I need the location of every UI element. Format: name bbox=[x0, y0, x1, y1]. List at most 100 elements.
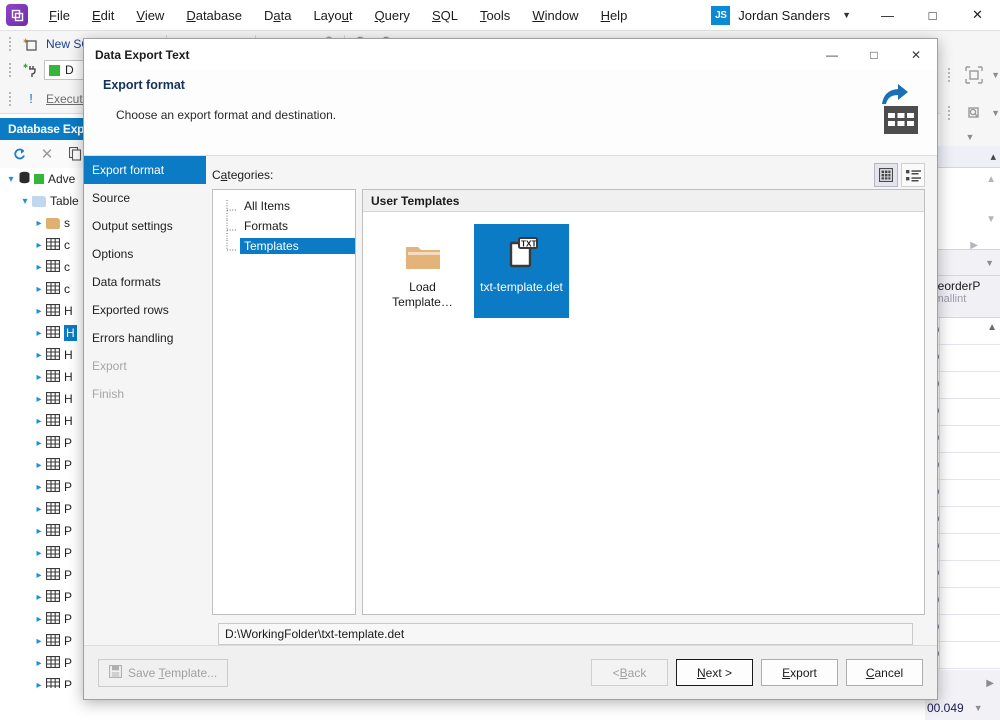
template-item-load[interactable]: Load Template… bbox=[375, 224, 470, 318]
dialog-minimize-button[interactable]: — bbox=[811, 39, 853, 70]
expand-icon[interactable] bbox=[964, 64, 983, 86]
chevron-right-icon[interactable]: ▸ bbox=[32, 306, 46, 317]
chevron-down-icon[interactable]: ▾ bbox=[18, 196, 32, 207]
category-row-formats[interactable]: Formats bbox=[213, 216, 355, 240]
right-grip-1[interactable] bbox=[946, 67, 952, 83]
chevron-right-icon[interactable]: ▸ bbox=[32, 570, 46, 581]
list-view-icon[interactable] bbox=[901, 163, 925, 187]
chevron-right-icon[interactable]: ▸ bbox=[32, 680, 46, 689]
export-button[interactable]: Export bbox=[761, 659, 838, 686]
view-toggle-group[interactable] bbox=[874, 163, 925, 187]
chevron-right-icon[interactable]: ▸ bbox=[32, 592, 46, 603]
dialog-step-nav[interactable]: Export format Source Output settings Option… bbox=[84, 156, 206, 645]
spinner-updown-icon[interactable]: ▴ bbox=[990, 150, 996, 163]
menu-file[interactable]: FFileile bbox=[38, 3, 81, 28]
chevron-right-icon[interactable]: ▸ bbox=[32, 416, 46, 427]
play-arrow-icon[interactable]: ▶ bbox=[970, 240, 978, 251]
row-empty-cell[interactable] bbox=[939, 480, 1000, 506]
menu-edit[interactable]: Edit bbox=[81, 3, 125, 28]
app-minimize-button[interactable]: — bbox=[865, 0, 910, 30]
dialog-nav-item-exported-rows[interactable]: Exported rows bbox=[84, 296, 206, 324]
status-play-icon[interactable]: ▶ bbox=[986, 678, 994, 689]
row-empty-cell[interactable] bbox=[939, 642, 1000, 668]
account-chevron-down-icon[interactable]: ▼ bbox=[842, 10, 851, 20]
new-connection-icon[interactable]: ✱ bbox=[18, 59, 44, 81]
chevron-right-icon[interactable]: ▸ bbox=[32, 350, 46, 361]
close-icon[interactable]: ✕ bbox=[34, 143, 60, 165]
categories-tree[interactable]: All Items Formats Templates bbox=[212, 189, 356, 615]
chevron-right-icon[interactable]: ▸ bbox=[32, 548, 46, 559]
next-button[interactable]: Next > bbox=[676, 659, 753, 686]
chevron-right-icon[interactable]: ▸ bbox=[32, 614, 46, 625]
row-empty-cell[interactable] bbox=[939, 426, 1000, 452]
chevron-right-icon[interactable]: ▸ bbox=[32, 460, 46, 471]
row-empty-cell[interactable] bbox=[939, 615, 1000, 641]
chevron-right-icon[interactable]: ▸ bbox=[32, 504, 46, 515]
status-chevron-down-icon[interactable]: ▼ bbox=[974, 703, 983, 713]
app-close-button[interactable]: ✕ bbox=[955, 0, 1000, 30]
chevron-right-icon[interactable]: ▸ bbox=[32, 372, 46, 383]
dialog-nav-item-errors-handling[interactable]: Errors handling bbox=[84, 324, 206, 352]
sort-up-arrow-icon[interactable]: ▲ bbox=[987, 318, 1000, 344]
row-empty-cell[interactable]: ▲ bbox=[939, 318, 1000, 344]
menu-bar[interactable]: FFileile Edit View Database Data Layout … bbox=[38, 3, 638, 28]
menu-database[interactable]: Database bbox=[175, 3, 253, 28]
toolbar-grip-handle[interactable] bbox=[7, 36, 14, 52]
scroll-up-arrow-icon[interactable]: ▲ bbox=[986, 174, 996, 185]
row-empty-cell[interactable] bbox=[939, 372, 1000, 398]
expand-chevron-down-icon[interactable]: ▼ bbox=[991, 70, 1000, 80]
template-path-field[interactable]: D:\WorkingFolder\txt-template.det bbox=[218, 623, 913, 645]
right-grip-2[interactable] bbox=[946, 105, 952, 121]
menu-layout[interactable]: Layout bbox=[302, 3, 363, 28]
find-icon[interactable] bbox=[964, 102, 983, 124]
row-empty-cell[interactable] bbox=[939, 588, 1000, 614]
chevron-right-icon[interactable]: ▸ bbox=[32, 482, 46, 493]
chevron-down-icon[interactable]: ▾ bbox=[4, 174, 18, 185]
filter-chevron-down-icon[interactable]: ▼ bbox=[985, 258, 994, 268]
toolbar2-grip-handle[interactable] bbox=[7, 62, 14, 78]
row-empty-cell[interactable] bbox=[939, 453, 1000, 479]
templates-item-list[interactable]: Load Template… TXT txt-template.det bbox=[363, 212, 924, 318]
template-item-txt[interactable]: TXT txt-template.det bbox=[474, 224, 569, 318]
dialog-nav-item-options[interactable]: Options bbox=[84, 240, 206, 268]
execute-icon[interactable]: ! bbox=[18, 88, 44, 110]
chevron-right-icon[interactable]: ▸ bbox=[32, 438, 46, 449]
menu-view[interactable]: View bbox=[125, 3, 175, 28]
menu-help[interactable]: Help bbox=[590, 3, 639, 28]
menu-query[interactable]: Query bbox=[364, 3, 421, 28]
row-empty-cell[interactable] bbox=[939, 534, 1000, 560]
chevron-right-icon[interactable]: ▸ bbox=[32, 218, 46, 229]
scroll-down-arrow-icon[interactable]: ▼ bbox=[986, 214, 996, 225]
app-maximize-button[interactable]: □ bbox=[910, 0, 955, 30]
chevron-right-icon[interactable]: ▸ bbox=[32, 658, 46, 669]
chevron-right-icon[interactable]: ▸ bbox=[32, 394, 46, 405]
dialog-nav-item-output-settings[interactable]: Output settings bbox=[84, 212, 206, 240]
menu-tools[interactable]: Tools bbox=[469, 3, 521, 28]
row-empty-cell[interactable] bbox=[939, 345, 1000, 371]
menu-window[interactable]: Window bbox=[521, 3, 589, 28]
refresh-icon[interactable] bbox=[6, 143, 32, 165]
menu-sql[interactable]: SQL bbox=[421, 3, 469, 28]
chevron-right-icon[interactable]: ▸ bbox=[32, 284, 46, 295]
chevron-right-icon[interactable]: ▸ bbox=[32, 262, 46, 273]
chevron-right-icon[interactable]: ▸ bbox=[32, 526, 46, 537]
menu-data[interactable]: Data bbox=[253, 3, 302, 28]
grid-view-icon[interactable] bbox=[874, 163, 898, 187]
chevron-right-icon[interactable]: ▸ bbox=[32, 240, 46, 251]
row-empty-cell[interactable] bbox=[939, 399, 1000, 425]
category-row-templates[interactable]: Templates bbox=[213, 236, 355, 256]
toolbar3-grip-handle[interactable] bbox=[7, 91, 14, 107]
dialog-close-button[interactable]: ✕ bbox=[895, 39, 937, 70]
chevron-right-icon[interactable]: ▸ bbox=[32, 636, 46, 647]
category-row-all-items[interactable]: All Items bbox=[213, 196, 355, 220]
overflow-chevron-down-icon[interactable]: ▼ bbox=[940, 132, 1000, 142]
chevron-right-icon[interactable]: ▸ bbox=[32, 328, 46, 339]
find-chevron-down-icon[interactable]: ▼ bbox=[991, 108, 1000, 118]
new-sql-icon[interactable]: ✱ bbox=[18, 33, 44, 55]
row-empty-cell[interactable] bbox=[939, 561, 1000, 587]
dialog-maximize-button[interactable]: □ bbox=[853, 39, 895, 70]
row-empty-cell[interactable] bbox=[939, 507, 1000, 533]
dialog-nav-item-data-formats[interactable]: Data formats bbox=[84, 268, 206, 296]
dialog-nav-item-export-format[interactable]: Export format bbox=[84, 156, 206, 184]
dialog-nav-item-source[interactable]: Source bbox=[84, 184, 206, 212]
